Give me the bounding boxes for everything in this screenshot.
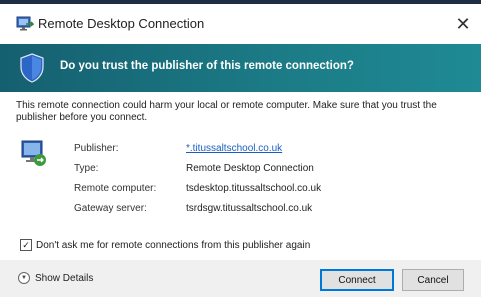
gateway-server-label: Gateway server: <box>74 203 147 214</box>
detail-row-type: Type: Remote Desktop Connection <box>0 163 481 179</box>
chevron-down-icon[interactable]: ▼ <box>18 272 30 284</box>
dont-ask-checkbox[interactable]: ✓ <box>20 239 32 251</box>
window-title: Remote Desktop Connection <box>38 16 205 31</box>
detail-row-publisher: Publisher: *.titussaltschool.co.uk <box>0 143 481 159</box>
title-bar: Remote Desktop Connection ✕ <box>0 4 481 44</box>
checkmark-icon: ✓ <box>22 240 30 250</box>
dialog-footer: ▼ Show Details Connect Cancel <box>0 260 481 297</box>
remote-computer-value: tsdesktop.titussaltschool.co.uk <box>186 183 322 194</box>
gateway-server-value: tsrdsgw.titussaltschool.co.uk <box>186 203 313 214</box>
remote-desktop-icon <box>16 16 34 31</box>
trust-banner: Do you trust the publisher of this remot… <box>0 44 481 92</box>
type-label: Type: <box>74 163 99 174</box>
detail-row-remote-computer: Remote computer: tsdesktop.titussaltscho… <box>0 183 481 199</box>
detail-row-gateway: Gateway server: tsrdsgw.titussaltschool.… <box>0 203 481 219</box>
remote-computer-label: Remote computer: <box>74 183 157 194</box>
dont-ask-label[interactable]: Don't ask me for remote connections from… <box>36 240 310 251</box>
publisher-label: Publisher: <box>74 143 119 154</box>
connect-button[interactable]: Connect <box>320 269 394 291</box>
dont-ask-option[interactable]: ✓ Don't ask me for remote connections fr… <box>20 238 310 252</box>
type-value: Remote Desktop Connection <box>186 163 314 174</box>
warning-text: This remote connection could harm your l… <box>16 100 437 123</box>
cancel-button[interactable]: Cancel <box>402 269 464 291</box>
banner-heading: Do you trust the publisher of this remot… <box>60 60 354 72</box>
show-details-label[interactable]: Show Details <box>35 273 93 284</box>
close-icon: ✕ <box>455 13 471 34</box>
close-button[interactable]: ✕ <box>445 4 481 44</box>
shield-icon <box>20 53 44 83</box>
show-details-toggle[interactable]: ▼ Show Details <box>18 272 93 284</box>
publisher-link[interactable]: *.titussaltschool.co.uk <box>186 143 282 154</box>
